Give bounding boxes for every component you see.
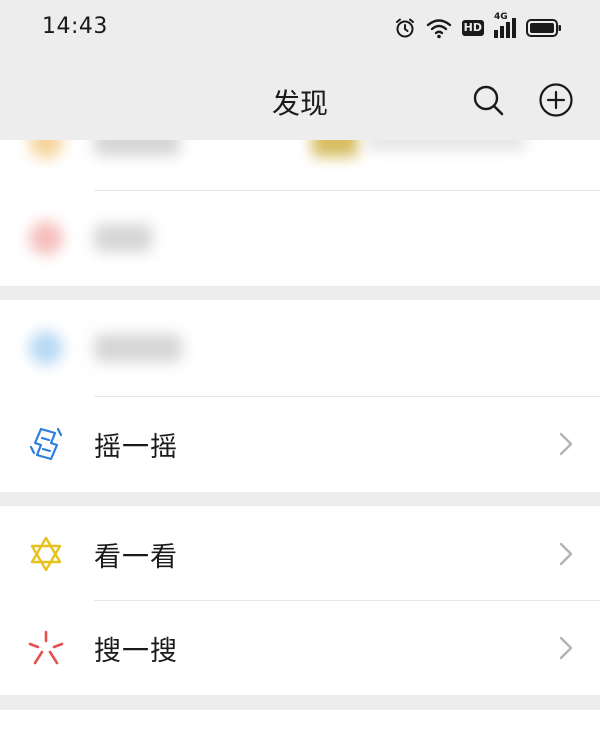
shake-icon	[26, 424, 66, 464]
page-title: 发现	[271, 87, 328, 120]
menu-item-search[interactable]: 搜一搜	[0, 600, 600, 696]
obscured-label	[94, 224, 152, 252]
signal-4g-icon: 4G	[494, 12, 516, 38]
obscured-thumbnail	[312, 140, 358, 157]
menu-group-1	[0, 140, 600, 286]
nav-bar: 发现	[0, 60, 600, 140]
obscured-label	[94, 334, 182, 362]
network-type-label: 4G	[494, 12, 508, 22]
obscured-label	[94, 140, 180, 156]
obscured-icon	[26, 140, 66, 162]
menu-row-obscured-2[interactable]	[0, 190, 600, 286]
menu-row-obscured-3[interactable]	[0, 300, 600, 396]
obscured-icon	[26, 218, 66, 258]
search-sparkle-icon	[26, 628, 66, 668]
status-time: 14:43	[42, 14, 108, 39]
alarm-icon	[395, 18, 414, 38]
chevron-right-icon	[559, 542, 573, 566]
wifi-icon	[426, 19, 451, 39]
menu-item-label: 搜一搜	[94, 635, 178, 667]
status-bar: 14:43 HD 4G	[0, 0, 600, 60]
hd-icon: HD	[461, 20, 484, 36]
chevron-right-icon	[559, 636, 573, 660]
battery-icon	[526, 19, 561, 37]
add-circle-icon	[539, 83, 573, 117]
menu-group-3: 看一看 搜一搜	[0, 506, 600, 695]
search-icon	[473, 85, 504, 116]
menu-group-2: 摇一摇	[0, 300, 600, 492]
menu-item-label: 看一看	[94, 541, 178, 573]
obscured-icon	[26, 328, 66, 368]
discover-list: 摇一摇 看一看 搜一搜	[0, 140, 600, 741]
menu-row-obscured-1[interactable]	[0, 140, 600, 190]
status-icons: HD 4G	[394, 12, 562, 42]
menu-item-top-stories[interactable]: 看一看	[0, 506, 600, 602]
add-button[interactable]	[536, 80, 576, 120]
menu-item-label: 摇一摇	[94, 431, 178, 463]
chevron-right-icon	[559, 432, 573, 456]
partial-icon	[26, 730, 66, 741]
search-button[interactable]	[468, 80, 508, 120]
menu-item-shake[interactable]: 摇一摇	[0, 396, 600, 492]
obscured-preview	[366, 140, 526, 150]
top-stories-icon	[26, 534, 66, 574]
menu-group-4	[0, 710, 600, 741]
